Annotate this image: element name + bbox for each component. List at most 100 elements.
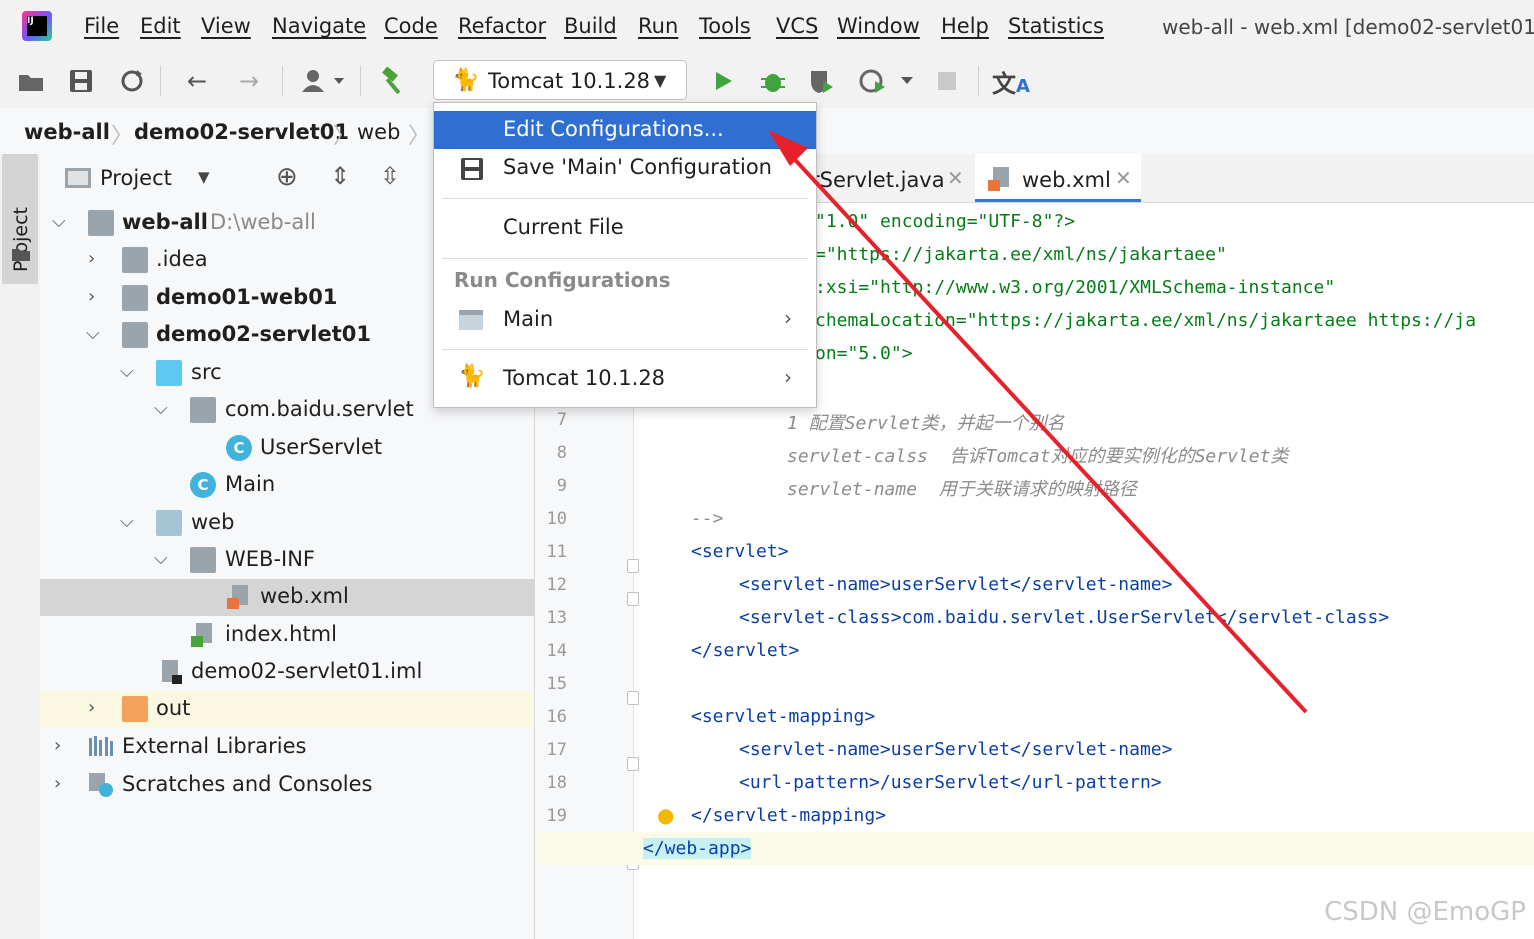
tree-item-scratches[interactable]: › Scratches and Consoles (40, 767, 534, 804)
menu-tools[interactable]: Tools (699, 14, 751, 38)
main-config-item[interactable]: Main › (434, 301, 816, 339)
menu-run[interactable]: Run (638, 14, 678, 38)
tree-item-label: com.baidu.servlet (225, 397, 414, 421)
open-folder-icon[interactable] (16, 66, 46, 96)
chevron-down-icon[interactable]: ⌵ (154, 398, 168, 419)
tree-item-web-inf[interactable]: ⌵ WEB-INF (40, 542, 534, 579)
menu-window[interactable]: Window (837, 14, 920, 38)
run-config-label: Tomcat 10.1.28 (488, 69, 651, 93)
menu-help[interactable]: Help (941, 14, 989, 38)
fold-marker[interactable] (627, 592, 639, 606)
menu-edit[interactable]: Edit (140, 14, 181, 38)
project-tab-label: Project (10, 206, 32, 272)
chevron-down-icon[interactable]: ⌵ (86, 323, 100, 344)
tree-item-out[interactable]: › out (40, 691, 534, 728)
fold-marker[interactable] (627, 691, 639, 705)
breadcrumb-web-all[interactable]: web-all (24, 120, 110, 144)
folder-icon (122, 247, 148, 273)
chevron-down-icon[interactable]: ⌵ (120, 511, 134, 532)
save-main-configuration-item[interactable]: Save 'Main' Configuration (434, 149, 816, 187)
breadcrumb-web[interactable]: web (357, 120, 400, 144)
chevron-right-icon[interactable]: › (88, 248, 95, 269)
code-line-8: servlet-calss 告诉Tomcat对应的要实例化的Servlet类 (787, 446, 1289, 467)
forward-arrow-icon[interactable]: → (234, 66, 264, 96)
chevron-down-icon: ▼ (654, 71, 667, 90)
lightbulb-icon[interactable]: ● (657, 803, 674, 827)
debug-icon[interactable] (758, 66, 788, 96)
tree-item-index-html[interactable]: index.html (40, 617, 534, 654)
chevron-right-icon[interactable]: › (88, 286, 95, 307)
menu-code[interactable]: Code (384, 14, 438, 38)
menu-build[interactable]: Build (564, 14, 617, 38)
menu-vcs[interactable]: VCS (776, 14, 818, 38)
tree-item-label: UserServlet (260, 435, 383, 459)
build-hammer-icon[interactable] (378, 66, 408, 96)
chevron-down-icon[interactable]: ▼ (198, 168, 210, 186)
project-tool-tab[interactable]: Project (2, 154, 38, 284)
close-icon[interactable]: ✕ (947, 166, 964, 190)
menu-navigate[interactable]: Navigate (272, 14, 366, 38)
chevron-right-icon[interactable]: › (88, 697, 95, 718)
expand-all-icon[interactable]: ⇕ (330, 162, 350, 190)
toolbar-separator (360, 66, 361, 96)
save-icon[interactable] (66, 66, 96, 96)
chevron-down-icon[interactable]: ⌵ (154, 548, 168, 569)
tree-item-label: .idea (156, 247, 208, 271)
chevron-right-icon: › (784, 365, 792, 389)
edit-configurations-item[interactable]: Edit Configurations... (434, 111, 816, 149)
tree-item-label: index.html (225, 622, 337, 646)
run-icon[interactable] (708, 66, 738, 96)
line-number: 18 (546, 773, 567, 793)
fold-marker[interactable] (627, 559, 639, 573)
tomcat-config-item[interactable]: 🐈 Tomcat 10.1.28 › (434, 360, 816, 398)
application-icon (459, 310, 483, 330)
toolbar-separator (978, 66, 979, 96)
tree-item-iml[interactable]: demo02-servlet01.iml (40, 654, 534, 691)
breadcrumb-demo02[interactable]: demo02-servlet01 (134, 120, 349, 144)
chevron-right-icon[interactable]: › (54, 773, 61, 794)
tree-item-web-xml-selected[interactable]: web.xml (40, 579, 534, 616)
tab-web-xml[interactable]: web.xml ✕ (975, 154, 1141, 202)
scratches-icon (88, 772, 114, 798)
chevron-right-icon[interactable]: › (54, 735, 61, 756)
fold-marker[interactable] (627, 757, 639, 771)
menu-statistics[interactable]: Statistics (1008, 14, 1104, 38)
menu-file[interactable]: File (84, 14, 119, 38)
menu-view[interactable]: View (201, 14, 251, 38)
chevron-down-icon[interactable]: ⌵ (120, 361, 134, 382)
tree-item-label: Scratches and Consoles (122, 772, 373, 796)
tree-item-label: src (191, 360, 222, 384)
tree-item-external-libraries[interactable]: › External Libraries (40, 729, 534, 766)
menu-refactor[interactable]: Refactor (458, 14, 546, 38)
run-config-selector[interactable]: 🐈 Tomcat 10.1.28 ▼ (433, 60, 687, 100)
tab-label: web.xml (1022, 168, 1111, 192)
current-file-item[interactable]: Current File (434, 209, 816, 247)
java-main-class-icon: C (190, 472, 216, 498)
save-icon (461, 158, 483, 180)
code-line-1: "1.0" encoding="UTF-8"?> (815, 211, 1076, 232)
folder-icon (190, 547, 216, 573)
line-number: 16 (546, 707, 567, 727)
menu-separator (442, 258, 808, 259)
line-number: 7 (556, 410, 567, 430)
close-icon[interactable]: ✕ (1115, 166, 1132, 190)
profiler-icon[interactable] (856, 66, 916, 96)
vcs-user-icon[interactable] (297, 66, 347, 96)
tree-item-main[interactable]: C Main (40, 467, 534, 504)
line-number: 12 (546, 575, 567, 595)
back-arrow-icon[interactable]: ← (182, 66, 212, 96)
xml-file-icon (988, 167, 1009, 191)
line-number: 14 (546, 641, 567, 661)
collapse-all-icon[interactable]: ⇳ (380, 162, 400, 190)
libraries-icon (88, 734, 114, 760)
code-line-9: servlet-name 用于关联请求的映射路径 (787, 479, 1137, 500)
coverage-icon[interactable] (806, 66, 836, 96)
stop-icon[interactable] (932, 66, 962, 96)
sync-icon[interactable] (117, 66, 147, 96)
project-panel-title[interactable]: Project (100, 166, 172, 190)
locate-target-icon[interactable]: ⊕ (276, 162, 298, 192)
translate-icon[interactable]: 文A (992, 66, 1030, 98)
tree-item-userservlet[interactable]: C UserServlet (40, 430, 534, 467)
tree-item-web[interactable]: ⌵ web (40, 505, 534, 542)
chevron-down-icon[interactable]: ⌵ (52, 211, 66, 232)
